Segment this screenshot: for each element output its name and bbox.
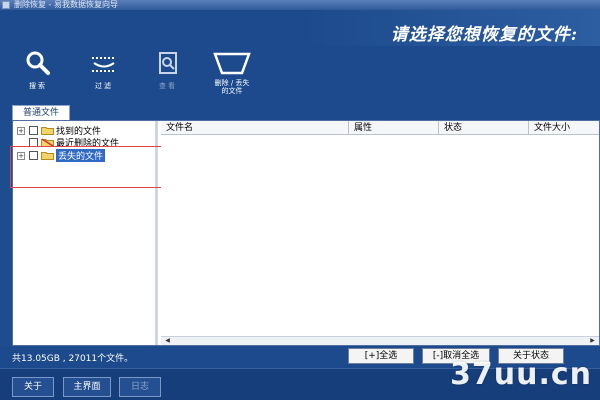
folder-deleted-icon bbox=[41, 138, 54, 147]
filter-label: 过滤 bbox=[95, 82, 113, 90]
search-icon bbox=[26, 51, 50, 75]
nav-log-button[interactable]: 日志 bbox=[119, 377, 161, 397]
view-icon bbox=[159, 52, 177, 74]
tree-item-label: 最近删除的文件 bbox=[56, 139, 120, 149]
app-icon bbox=[2, 1, 10, 9]
tree-item-checkbox[interactable] bbox=[29, 126, 38, 135]
delete-lost-label-line1: 删除 / 丢失 bbox=[214, 79, 250, 87]
filter-button[interactable]: 过滤 bbox=[86, 50, 122, 90]
folder-icon bbox=[41, 127, 54, 135]
scroll-left-icon[interactable]: ◀ bbox=[163, 337, 172, 345]
expand-spacer bbox=[17, 139, 25, 147]
nav-about-button[interactable]: 关于 bbox=[12, 377, 54, 397]
delete-lost-icon bbox=[213, 52, 251, 75]
filter-icon bbox=[92, 57, 116, 72]
folder-icon bbox=[41, 152, 54, 160]
nav-main-button[interactable]: 主界面 bbox=[63, 377, 111, 397]
search-label: 搜索 bbox=[29, 82, 47, 90]
window-titlebar: 删除恢复 - 易我数据恢复向导 bbox=[0, 0, 600, 10]
tree-item-recent-deleted[interactable]: 最近删除的文件 bbox=[17, 136, 119, 149]
delete-lost-label-line2: 的文件 bbox=[221, 87, 243, 95]
tree-item-lost-files[interactable]: + 丢失的文件 bbox=[17, 149, 106, 162]
column-header-size[interactable]: 文件大小 bbox=[529, 121, 599, 135]
file-list[interactable]: 文件名 属性 状态 文件大小 ◀ ▶ bbox=[161, 121, 599, 345]
watermark: 37uu.cn bbox=[450, 357, 592, 392]
tab-strip: 普通文件 bbox=[0, 104, 600, 120]
column-header-state[interactable]: 状态 bbox=[439, 121, 529, 135]
status-summary: 共13.05GB , 27011个文件。 bbox=[12, 354, 134, 364]
main-panel: + 找到的文件 最近删除的文件 + 丢失的文件 文件名 属性 状态 文件大小 ◀… bbox=[10, 120, 600, 346]
folder-tree[interactable]: + 找到的文件 最近删除的文件 + 丢失的文件 bbox=[10, 121, 183, 345]
scroll-right-icon[interactable]: ▶ bbox=[588, 337, 597, 345]
search-button[interactable]: 搜索 bbox=[20, 50, 56, 90]
expand-toggle[interactable]: + bbox=[17, 126, 25, 135]
page-prompt: 请选择您想恢复的文件: bbox=[390, 25, 578, 45]
tree-item-checkbox[interactable] bbox=[29, 151, 38, 160]
view-button[interactable]: 查看 bbox=[150, 50, 186, 90]
delete-lost-button[interactable]: 删除 / 丢失 的文件 bbox=[200, 50, 264, 95]
column-header-attribute[interactable]: 属性 bbox=[349, 121, 439, 135]
tree-item-checkbox[interactable] bbox=[29, 138, 38, 147]
select-all-button[interactable]: [+]全选 bbox=[348, 348, 414, 364]
window-title: 删除恢复 - 易我数据恢复向导 bbox=[14, 0, 118, 9]
column-header-name[interactable]: 文件名 bbox=[161, 121, 349, 135]
file-list-header: 文件名 属性 状态 文件大小 bbox=[161, 121, 599, 135]
horizontal-scrollbar[interactable]: ◀ ▶ bbox=[161, 336, 599, 345]
view-label: 查看 bbox=[159, 82, 177, 90]
tree-item-label: 丢失的文件 bbox=[56, 149, 106, 162]
tab-normal-files[interactable]: 普通文件 bbox=[12, 105, 70, 120]
header: 请选择您想恢复的文件: 搜索 过滤 查看 删除 / 丢失 的文件 bbox=[0, 10, 600, 104]
expand-toggle[interactable]: + bbox=[17, 151, 25, 160]
